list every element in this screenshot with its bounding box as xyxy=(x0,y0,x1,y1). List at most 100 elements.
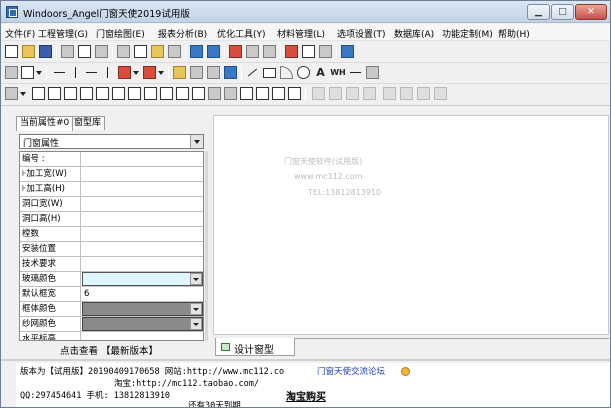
taobao-buy-button[interactable]: 淘宝购买 xyxy=(286,388,326,403)
menu-file[interactable]: 文件(F) xyxy=(5,27,35,40)
menu-options[interactable]: 选项设置(T) xyxy=(337,27,386,40)
shape-diag-icon[interactable] xyxy=(176,87,189,100)
undo-icon[interactable] xyxy=(190,45,203,58)
angle-dim-icon[interactable] xyxy=(366,66,379,79)
property-row[interactable]: 樘数 xyxy=(20,227,203,242)
chevron-down-icon[interactable] xyxy=(158,71,164,75)
property-value[interactable]: 6 xyxy=(82,287,203,301)
property-row[interactable]: 技术要求 xyxy=(20,257,203,272)
property-row[interactable]: 水平标高 xyxy=(20,332,203,340)
sash-v-icon[interactable] xyxy=(143,66,156,79)
property-row[interactable]: 默认框宽 6 xyxy=(20,287,203,302)
property-value[interactable] xyxy=(82,332,203,340)
property-type-select[interactable]: 门窗属性 xyxy=(19,134,204,149)
forum-icon[interactable] xyxy=(401,367,410,376)
pencil-icon[interactable] xyxy=(173,66,186,79)
menu-customize[interactable]: 功能定制(M) xyxy=(442,27,493,40)
print-setup-icon[interactable] xyxy=(95,45,108,58)
shape-grid-icon[interactable] xyxy=(112,87,125,100)
preview-icon[interactable] xyxy=(78,45,91,58)
property-row[interactable]: ⊦加工宽(W) xyxy=(20,167,203,182)
property-value[interactable] xyxy=(82,227,203,241)
open-icon[interactable] xyxy=(22,45,35,58)
shape-hbars-icon[interactable] xyxy=(160,87,173,100)
tab-window-library[interactable]: 窗型库 xyxy=(70,116,106,130)
property-value[interactable] xyxy=(82,152,203,166)
shape-split-icon[interactable] xyxy=(128,87,141,100)
chevron-down-icon[interactable] xyxy=(20,92,26,96)
glass-color-swatch[interactable] xyxy=(82,272,203,286)
line-h-icon[interactable] xyxy=(85,66,98,79)
shape-left-arrow-icon[interactable] xyxy=(32,87,45,100)
line-v-icon[interactable] xyxy=(101,66,114,79)
property-value[interactable] xyxy=(82,257,203,271)
chevron-down-icon[interactable] xyxy=(190,303,202,315)
circle-tool-icon[interactable] xyxy=(297,66,310,79)
tab-current-properties[interactable]: 当前属性#0 xyxy=(16,116,74,131)
menu-project[interactable]: 工程管理(G) xyxy=(38,27,88,40)
calculator-icon[interactable] xyxy=(285,45,298,58)
property-scrollbar[interactable] xyxy=(205,151,208,341)
rect-tool-icon[interactable] xyxy=(263,68,276,78)
help-icon[interactable] xyxy=(341,45,354,58)
sash-h-icon[interactable] xyxy=(118,66,131,79)
shape-fill-icon[interactable] xyxy=(208,87,221,100)
export-icon[interactable] xyxy=(319,45,332,58)
chevron-down-icon[interactable] xyxy=(36,71,42,75)
maximize-button[interactable]: □ xyxy=(551,4,574,20)
copy-icon[interactable] xyxy=(134,45,147,58)
close-button[interactable]: ✕ xyxy=(575,4,607,20)
brush-icon[interactable] xyxy=(168,45,181,58)
menu-optimize[interactable]: 优化工具(Y) xyxy=(217,27,266,40)
shape-cross-icon[interactable] xyxy=(96,87,109,100)
property-row[interactable]: 洞口宽(W) xyxy=(20,197,203,212)
edit-icon[interactable] xyxy=(229,45,242,58)
property-row[interactable]: ⊦加工高(H) xyxy=(20,182,203,197)
shape-fill2-icon[interactable] xyxy=(224,87,237,100)
chevron-down-icon[interactable] xyxy=(190,273,202,285)
menu-drawing[interactable]: 门窗绘图(E) xyxy=(96,27,145,40)
property-value[interactable] xyxy=(82,167,203,181)
forum-link[interactable]: 门窗天使交流论坛 xyxy=(317,365,385,377)
zoom-out-icon[interactable] xyxy=(263,45,276,58)
save-icon[interactable] xyxy=(39,45,52,58)
shape-vbars-icon[interactable] xyxy=(144,87,157,100)
shape-diag2-icon[interactable] xyxy=(192,87,205,100)
shape-triangle-down-icon[interactable] xyxy=(80,87,93,100)
line-tool-icon[interactable] xyxy=(243,63,261,81)
select-arrow-icon[interactable] xyxy=(5,66,18,79)
shape-triangle-up-icon[interactable] xyxy=(64,87,77,100)
chevron-down-icon[interactable] xyxy=(190,135,203,148)
paste-icon[interactable] xyxy=(151,45,164,58)
shape-square-icon[interactable] xyxy=(288,87,301,100)
property-value[interactable] xyxy=(82,242,203,256)
frame-color-swatch[interactable] xyxy=(82,302,203,316)
shape-picker-icon[interactable] xyxy=(5,87,18,100)
chevron-down-icon[interactable] xyxy=(190,318,202,330)
design-canvas[interactable]: 门窗天使软件(试用版) www.mc112.com TEL:1381281391… xyxy=(213,115,609,335)
property-row[interactable]: 洞口高(H) xyxy=(20,212,203,227)
new-icon[interactable] xyxy=(5,45,18,58)
property-row[interactable]: 编号 : xyxy=(20,152,203,167)
print-icon[interactable] xyxy=(61,45,74,58)
latest-version-link[interactable]: 点击查看 【最新版本】 xyxy=(60,343,158,357)
mullion-v-icon[interactable] xyxy=(69,66,82,79)
dimension-wh-icon[interactable]: WH xyxy=(329,66,347,79)
chevron-down-icon[interactable] xyxy=(133,71,139,75)
property-row[interactable]: 框体颜色 xyxy=(20,302,203,317)
frame-icon[interactable] xyxy=(21,66,34,79)
menu-database[interactable]: 数据库(A) xyxy=(394,27,434,40)
property-row[interactable]: 玻璃颜色 xyxy=(20,272,203,287)
shape-arrow-left-icon[interactable] xyxy=(256,87,269,100)
screen-color-swatch[interactable] xyxy=(82,317,203,331)
menu-reports[interactable]: 报表分析(B) xyxy=(158,27,207,40)
minimize-button[interactable]: ▁ xyxy=(527,4,550,20)
flip-icon[interactable] xyxy=(207,66,220,79)
mullion-h-icon[interactable] xyxy=(53,66,66,79)
title-bar[interactable]: Windoors_Angel门窗天使2019试用版 ▁ □ ✕ xyxy=(1,1,610,23)
property-value[interactable] xyxy=(82,212,203,226)
shape-right-arrow-icon[interactable] xyxy=(48,87,61,100)
menu-help[interactable]: 帮助(H) xyxy=(498,27,530,40)
shape-check-icon[interactable] xyxy=(272,87,285,100)
property-value[interactable] xyxy=(82,182,203,196)
